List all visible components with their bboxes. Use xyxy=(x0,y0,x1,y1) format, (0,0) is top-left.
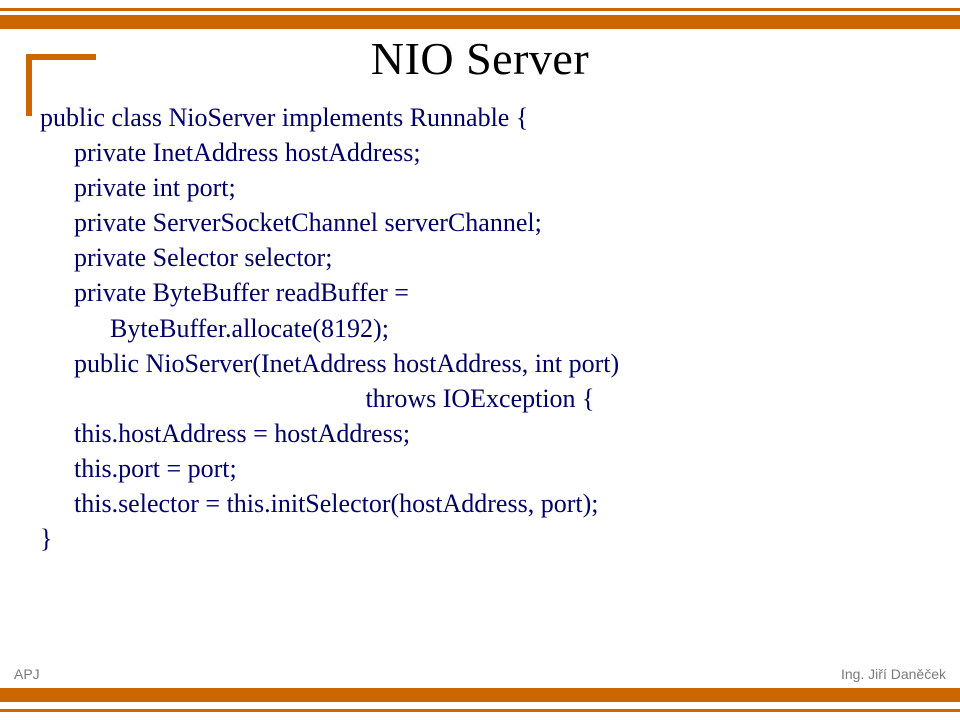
code-line: } xyxy=(40,521,920,556)
slide: NIO Server public class NioServer implem… xyxy=(0,0,960,720)
decoration-bar-top-thin xyxy=(0,8,960,11)
code-line: private ServerSocketChannel serverChanne… xyxy=(40,205,920,240)
code-block: public class NioServer implements Runnab… xyxy=(40,100,920,556)
code-line: private InetAddress hostAddress; xyxy=(40,135,920,170)
code-line: this.port = port; xyxy=(40,451,920,486)
code-line: throws IOException { xyxy=(40,381,920,416)
slide-title: NIO Server xyxy=(0,32,960,85)
decoration-bar-bottom-thin xyxy=(0,709,960,712)
code-line: this.hostAddress = hostAddress; xyxy=(40,416,920,451)
code-line: private int port; xyxy=(40,170,920,205)
code-line: public class NioServer implements Runnab… xyxy=(40,100,920,135)
code-line: private ByteBuffer readBuffer = xyxy=(40,275,920,310)
footer-left: APJ xyxy=(14,666,40,682)
decoration-bar-bottom-thick xyxy=(0,688,960,702)
footer-right: Ing. Jiří Daněček xyxy=(841,666,946,682)
code-line: private Selector selector; xyxy=(40,240,920,275)
code-line: ByteBuffer.allocate(8192); xyxy=(40,311,920,346)
code-line: this.selector = this.initSelector(hostAd… xyxy=(40,486,920,521)
decoration-bar-top-thick xyxy=(0,15,960,29)
code-line: public NioServer(InetAddress hostAddress… xyxy=(40,346,920,381)
